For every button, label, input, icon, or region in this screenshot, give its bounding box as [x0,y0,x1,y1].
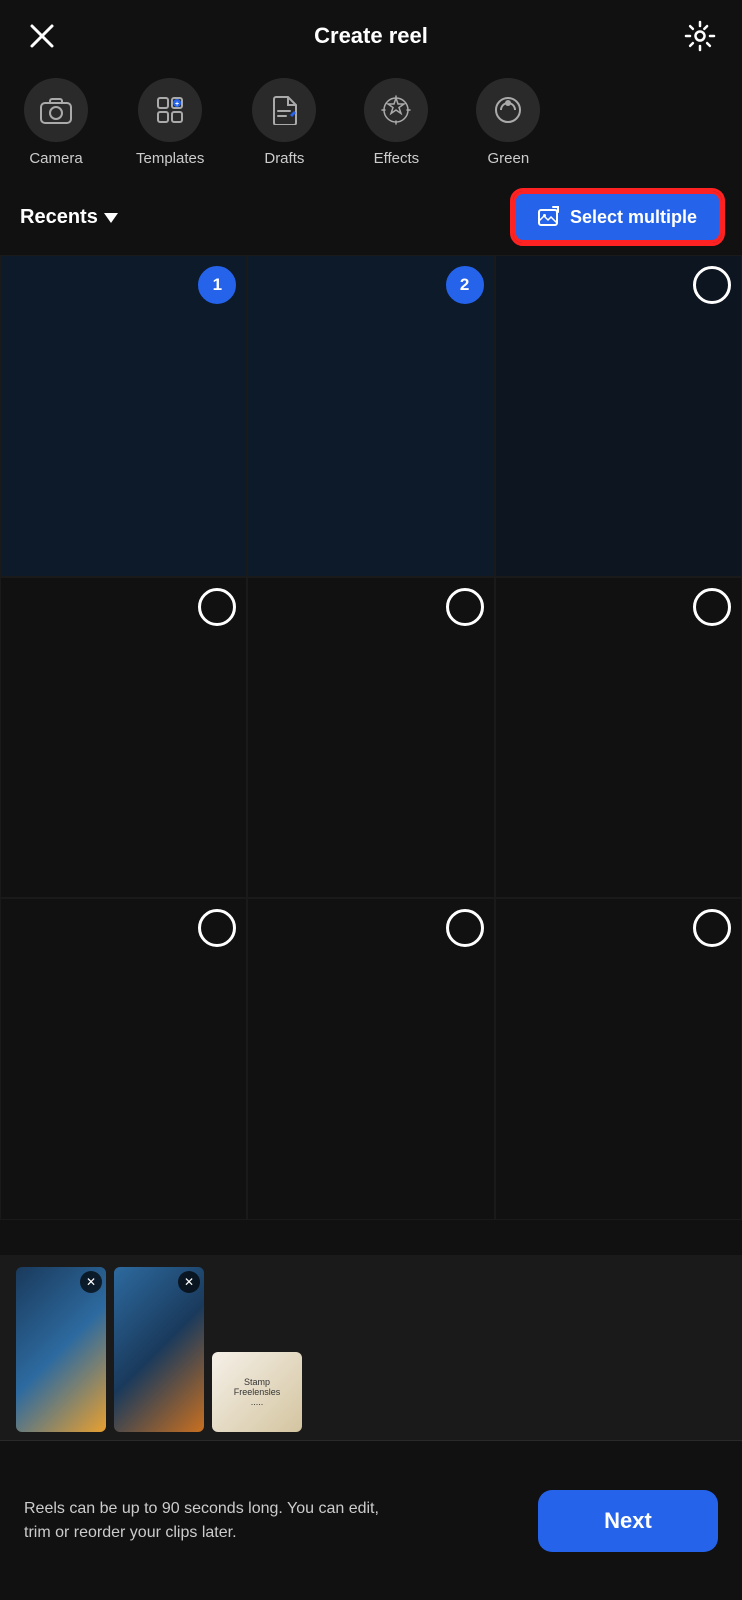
media-cell-3[interactable] [495,255,742,577]
selection-number-1: 1 [213,275,222,295]
selection-circle-3[interactable] [693,266,731,304]
recents-bar: Recents Select multiple [0,179,742,255]
effects-icon-circle [364,78,428,142]
select-multiple-label: Select multiple [570,207,697,228]
camera-icon-circle [24,78,88,142]
settings-button[interactable] [682,18,718,54]
selection-circle-5[interactable] [446,588,484,626]
tab-camera[interactable]: Camera [0,78,112,167]
page-title: Create reel [314,23,428,49]
media-cell-7[interactable] [0,898,247,1220]
media-cell-5[interactable] [247,577,494,899]
tab-camera-label: Camera [29,150,82,167]
preview-strip: ✕ ✕ StampFreelensles..... [0,1255,742,1440]
thumb-close-1[interactable]: ✕ [80,1271,102,1293]
selection-circle-9[interactable] [693,909,731,947]
media-cell-9[interactable] [495,898,742,1220]
selection-circle-2[interactable]: 2 [446,266,484,304]
next-label: Next [604,1508,652,1533]
preview-thumb-3: StampFreelensles..... [212,1352,302,1432]
chevron-down-icon [104,213,118,223]
media-grid: 1 2 [0,255,742,1220]
tab-effects-label: Effects [374,150,420,167]
selection-circle-6[interactable] [693,588,731,626]
tab-templates-label: Templates [136,150,204,167]
media-cell-8[interactable] [247,898,494,1220]
svg-text:+: + [175,101,179,108]
select-multiple-button[interactable]: Select multiple [513,191,722,243]
preview-thumb-2: ✕ [114,1267,204,1432]
header: Create reel [0,0,742,70]
media-cell-4[interactable] [0,577,247,899]
selection-circle-8[interactable] [446,909,484,947]
bottom-bar: Reels can be up to 90 seconds long. You … [0,1440,742,1600]
tab-bar: Camera + Templates Drafts [0,70,742,179]
preview-thumb-1: ✕ [16,1267,106,1432]
selection-number-2: 2 [460,275,469,295]
tab-effects[interactable]: Effects [340,78,452,167]
next-button[interactable]: Next [538,1490,718,1552]
green-icon-circle [476,78,540,142]
tab-green-label: Green [488,150,530,167]
tab-green[interactable]: Green [452,78,564,167]
media-cell-1[interactable]: 1 [0,255,247,577]
thumb-inner-text-3: StampFreelensles..... [230,1373,285,1411]
info-text: Reels can be up to 90 seconds long. You … [24,1497,404,1545]
media-cell-2[interactable]: 2 [247,255,494,577]
media-cell-6[interactable] [495,577,742,899]
templates-icon-circle: + [138,78,202,142]
photo-icon [538,206,560,228]
tab-drafts-label: Drafts [264,150,304,167]
close-button[interactable] [24,18,60,54]
drafts-icon-circle [252,78,316,142]
tab-templates[interactable]: + Templates [112,78,228,167]
thumb-close-2[interactable]: ✕ [178,1271,200,1293]
thumb-image-3: StampFreelensles..... [212,1352,302,1432]
recents-label: Recents [20,206,98,229]
selection-circle-4[interactable] [198,588,236,626]
tab-drafts[interactable]: Drafts [228,78,340,167]
selection-circle-1[interactable]: 1 [198,266,236,304]
selection-circle-7[interactable] [198,909,236,947]
recents-dropdown[interactable]: Recents [20,206,118,229]
